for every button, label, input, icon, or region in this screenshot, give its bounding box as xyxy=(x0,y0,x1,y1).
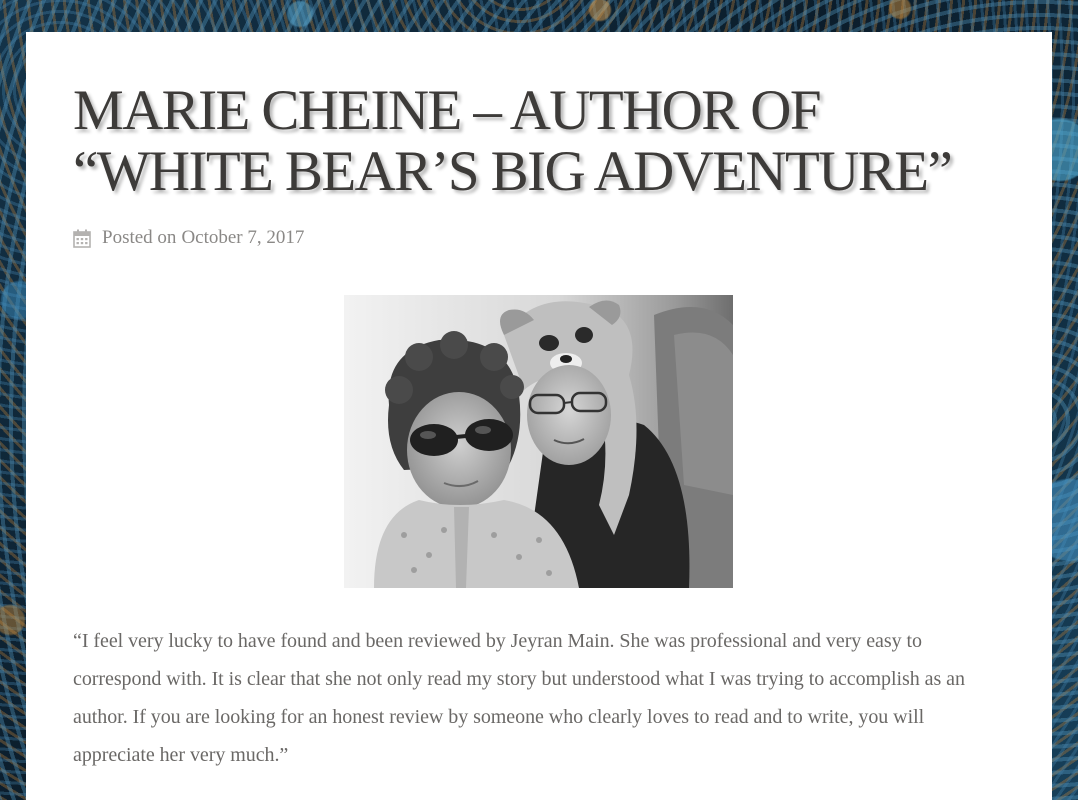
posted-on-label: Posted on xyxy=(102,227,177,248)
post-date-link[interactable]: October 7, 2017 xyxy=(181,227,304,249)
post-title: MARIE CHEINE – AUTHOR OF “WHITE BEAR’S B… xyxy=(73,80,1005,202)
post-card: MARIE CHEINE – AUTHOR OF “WHITE BEAR’S B… xyxy=(26,32,1052,800)
post-title-line-2: “WHITE BEAR’S BIG ADVENTURE” xyxy=(73,140,953,203)
post-title-line-1: MARIE CHEINE – AUTHOR OF xyxy=(73,79,822,142)
author-photo xyxy=(343,295,733,588)
testimonial-text: “I feel very lucky to have found and bee… xyxy=(73,630,965,766)
calendar-icon xyxy=(73,229,91,248)
entry-meta: Posted on October 7, 2017 xyxy=(73,226,1005,250)
photo-container xyxy=(73,295,1005,588)
